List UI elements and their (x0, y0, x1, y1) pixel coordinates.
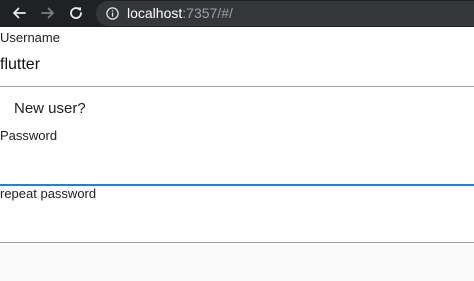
url-host: localhost (127, 5, 183, 21)
repeat-password-label: repeat password (0, 186, 97, 201)
username-underline (0, 86, 474, 87)
app-content: Username flutter New user? Password repe… (0, 27, 474, 281)
info-icon[interactable] (106, 7, 119, 20)
new-user-button[interactable]: New user? (0, 90, 100, 126)
repeat-password-field[interactable]: repeat password (0, 186, 474, 242)
password-field[interactable]: Password (0, 127, 474, 184)
back-arrow-icon[interactable] (8, 2, 30, 24)
username-field[interactable]: Username flutter (0, 27, 474, 87)
password-label: Password (0, 128, 58, 143)
address-bar[interactable]: localhost:7357/#/ (96, 1, 474, 26)
reload-icon[interactable] (65, 2, 87, 24)
bottom-area (0, 243, 474, 281)
username-label: Username (0, 30, 60, 45)
forward-arrow-icon[interactable] (37, 2, 59, 24)
browser-toolbar: localhost:7357/#/ (0, 0, 474, 27)
username-input-value[interactable]: flutter (0, 55, 40, 75)
url-path: :7357/#/ (182, 5, 233, 21)
url-text[interactable]: localhost:7357/#/ (127, 5, 233, 22)
